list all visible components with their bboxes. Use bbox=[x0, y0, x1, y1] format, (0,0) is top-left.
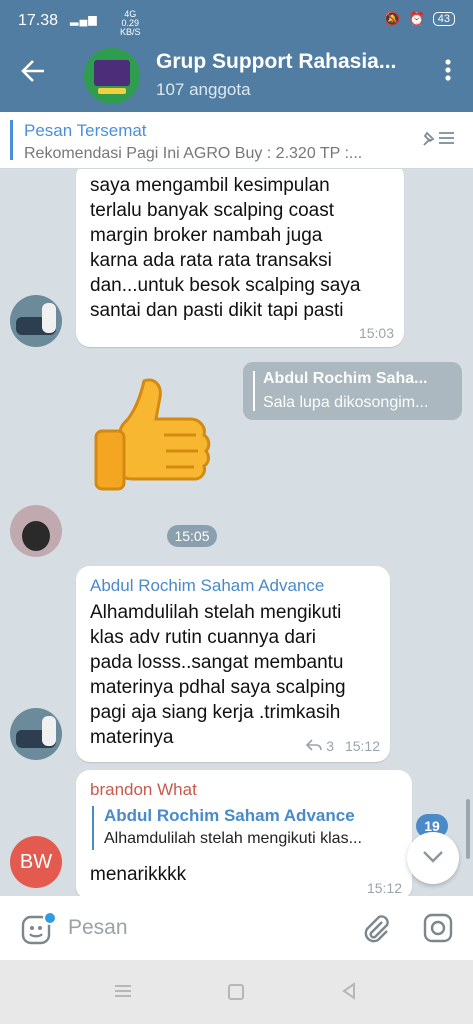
reply-name: Abdul Rochim Saha... bbox=[263, 370, 428, 387]
message-bubble[interactable]: Abdul Rochim Saham Advance Alhamdulilah … bbox=[76, 566, 390, 762]
group-avatar[interactable] bbox=[84, 48, 140, 104]
avatar-photo-person bbox=[42, 716, 56, 746]
chevron-down-icon bbox=[423, 851, 443, 863]
message-bubble[interactable]: saya mengambil kesimpulan terlalu banyak… bbox=[76, 169, 404, 347]
message-line: santai dan pasti dikit tapi pasti bbox=[90, 300, 344, 321]
chat-title[interactable]: Grup Support Rahasia... bbox=[156, 50, 396, 74]
attach-icon[interactable] bbox=[360, 912, 392, 949]
reply-text: Sala lupa dikosongim... bbox=[263, 394, 429, 411]
reply-preview[interactable]: Abdul Rochim Saha... Sala lupa dikosongi… bbox=[243, 362, 462, 420]
group-avatar-art-bar bbox=[98, 88, 126, 94]
pinned-accent-bar bbox=[10, 120, 13, 160]
home-icon[interactable] bbox=[228, 984, 244, 1000]
battery-indicator: 43 bbox=[432, 12, 455, 26]
signal-icon: ▂▄▆ bbox=[70, 14, 98, 26]
reply-count[interactable]: 3 bbox=[306, 738, 334, 754]
sender-name[interactable]: Abdul Rochim Saham Advance bbox=[90, 576, 324, 596]
message-input-bar: Pesan bbox=[0, 896, 473, 960]
message-line: saya mengambil kesimpulan bbox=[90, 175, 330, 196]
pinned-text: Rekomendasi Pagi Ini AGRO Buy : 2.320 TP… bbox=[24, 145, 363, 162]
back-icon[interactable] bbox=[340, 982, 358, 1005]
avatar[interactable] bbox=[10, 295, 62, 347]
mute-icon: 🔕 bbox=[384, 11, 401, 26]
avatar-photo-cat bbox=[22, 521, 50, 551]
message-list[interactable]: saya mengambil kesimpulan terlalu banyak… bbox=[0, 169, 473, 896]
avatar-photo-person bbox=[42, 303, 56, 333]
message-time: 15:12 bbox=[344, 738, 380, 754]
back-arrow-icon[interactable] bbox=[20, 58, 46, 90]
status-time: 17.38 bbox=[18, 12, 59, 29]
system-nav-bar bbox=[0, 960, 473, 1024]
message-line: karna ada rata rata transaksi bbox=[90, 250, 332, 271]
quoted-text: Alhamdulilah stelah mengikuti klas... bbox=[104, 830, 362, 847]
reply-count-value: 3 bbox=[326, 738, 334, 754]
speed-unit: KB/S bbox=[120, 27, 141, 37]
reply-icon bbox=[306, 739, 323, 751]
message-line: dan...untuk besok scalping saya bbox=[90, 275, 361, 296]
message-line: pada losss..sangat membantu bbox=[90, 652, 344, 673]
pinned-title: Pesan Tersemat bbox=[24, 121, 147, 140]
message-input[interactable]: Pesan bbox=[68, 916, 128, 940]
message-line: pagi aja siang kerja .trimkasih bbox=[90, 702, 341, 723]
scroll-down-button[interactable] bbox=[407, 832, 459, 884]
alarm-icon: ⏰ bbox=[408, 11, 425, 26]
group-avatar-art bbox=[94, 60, 130, 86]
reply-accent-bar bbox=[253, 371, 255, 411]
pin-list-icon[interactable] bbox=[421, 128, 457, 153]
camera-icon[interactable] bbox=[422, 912, 454, 949]
quoted-message[interactable]: Abdul Rochim Saham Advance Alhamdulilah … bbox=[92, 806, 362, 850]
more-vert-icon[interactable] bbox=[445, 58, 451, 87]
message-line: terlalu banyak scalping coast bbox=[90, 200, 334, 221]
avatar[interactable] bbox=[10, 505, 62, 557]
message-text: menarikkkk bbox=[90, 864, 187, 885]
message-line: Alhamdulilah stelah mengikuti bbox=[90, 602, 342, 623]
member-count: 107 anggota bbox=[156, 80, 251, 99]
avatar[interactable]: BW bbox=[10, 836, 62, 888]
chat-header: Grup Support Rahasia... 107 anggota bbox=[0, 40, 473, 112]
message-time: 15:12 bbox=[366, 880, 402, 896]
new-sticker-dot bbox=[43, 911, 57, 925]
message-line: klas adv rutin cuannya dari bbox=[90, 627, 317, 648]
sticker-time: 15:05 bbox=[167, 525, 217, 547]
status-right: 🔕 ⏰ 43 bbox=[384, 11, 455, 27]
thumbs-up-sticker[interactable] bbox=[92, 373, 216, 503]
network-speed: 4G 0.29 KB/S bbox=[120, 10, 141, 37]
message-bubble[interactable]: brandon What Abdul Rochim Saham Advance … bbox=[76, 770, 412, 896]
message-line: margin broker nambah juga bbox=[90, 225, 323, 246]
pinned-message[interactable]: Pesan Tersemat Rekomendasi Pagi Ini AGRO… bbox=[0, 112, 473, 169]
avatar[interactable] bbox=[10, 708, 62, 760]
message-line: materinya pdhal saya scalping bbox=[90, 677, 346, 698]
sender-name[interactable]: brandon What bbox=[90, 780, 197, 800]
scrollbar[interactable] bbox=[466, 799, 470, 859]
quoted-name: Abdul Rochim Saham Advance bbox=[104, 806, 355, 825]
message-time: 15:03 bbox=[358, 325, 394, 341]
status-bar: 17.38 ▂▄▆ 4G 0.29 KB/S 🔕 ⏰ 43 bbox=[0, 0, 473, 40]
recents-icon[interactable] bbox=[114, 982, 132, 1005]
